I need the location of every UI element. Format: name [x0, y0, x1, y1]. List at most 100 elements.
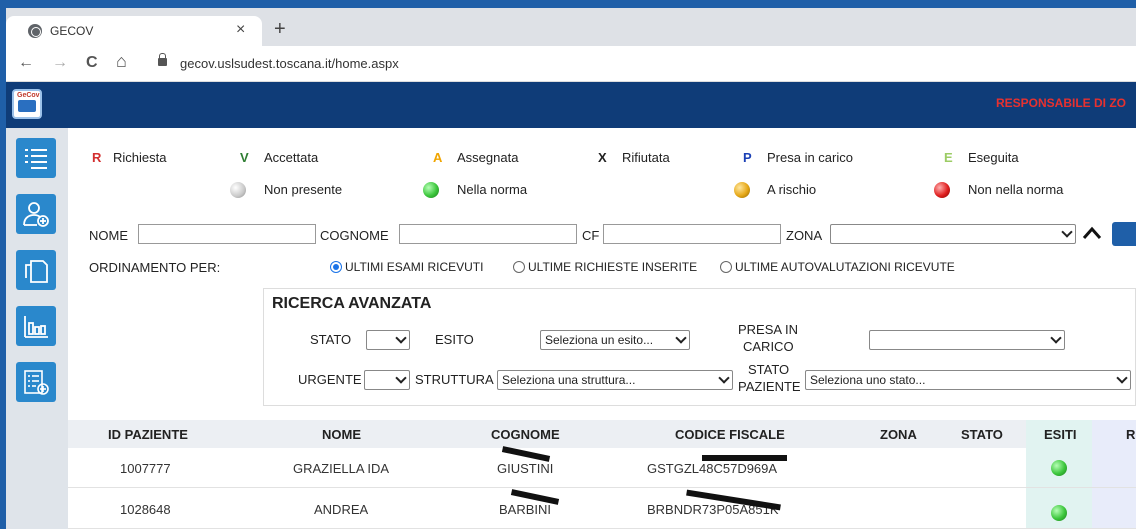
sidebar-item-checklist[interactable] — [16, 362, 56, 402]
cell-cognome: BARBINI — [499, 502, 552, 517]
chevron-down-icon — [397, 374, 405, 382]
stato-paziente-select[interactable]: Seleziona uno stato... — [805, 370, 1131, 390]
redaction-mark — [501, 446, 551, 462]
list-icon — [25, 149, 47, 169]
documents-icon — [25, 260, 48, 283]
advanced-search-panel: RICERCA AVANZATA STATO ESITO Seleziona u… — [263, 288, 1136, 406]
stato-paziente-label-line1: STATO — [748, 362, 790, 377]
yellow-dot-icon — [734, 182, 750, 198]
user-role: RESPONSABILE DI ZO — [996, 96, 1127, 110]
cf-label: CF — [582, 228, 600, 243]
cognome-input[interactable] — [399, 224, 577, 244]
new-tab-button[interactable]: + — [274, 18, 286, 41]
col-id-paziente[interactable]: ID PAZIENTE — [108, 427, 188, 442]
browser-tab-bar: GECOV × + — [6, 8, 1136, 46]
chevron-down-icon — [1118, 374, 1126, 382]
grey-dot-icon — [230, 182, 246, 198]
advanced-search-title: RICERCA AVANZATA — [272, 295, 432, 312]
cell-id: 1028648 — [120, 502, 171, 517]
esito-green-dot-icon[interactable] — [1051, 505, 1067, 521]
cell-codice-fiscale: GSTGZL48C57D969A — [647, 461, 778, 476]
esito-select-value: Seleziona un esito... — [545, 333, 654, 347]
col-r[interactable]: R — [1126, 427, 1135, 442]
esito-green-dot-icon[interactable] — [1051, 460, 1067, 476]
presa-label-line2: CARICO — [743, 339, 794, 354]
legend-label-eseguita: Eseguita — [968, 150, 1019, 165]
cell-nome: GRAZIELLA IDA — [293, 461, 390, 476]
legend-label-a-rischio: A rischio — [767, 182, 817, 197]
sidebar-item-add-user[interactable] — [16, 194, 56, 234]
legend-code-a: A — [433, 150, 443, 165]
sort-radio-esami[interactable] — [330, 261, 342, 273]
legend-code-e: E — [944, 150, 953, 165]
chevron-down-icon — [1052, 334, 1060, 342]
table-row[interactable]: 1028648 ANDREA BARBINI BRBNDR73P05A851K — [68, 489, 1136, 529]
search-button[interactable] — [1112, 222, 1136, 246]
main-content: R Richiesta V Accettata A Assegnata X Ri… — [68, 128, 1136, 529]
globe-icon — [28, 24, 42, 38]
sort-label-autovalutazioni: ULTIME AUTOVALUTAZIONI RICEVUTE — [735, 260, 955, 274]
urgente-select[interactable] — [364, 370, 410, 390]
ordinamento-label: ORDINAMENTO PER: — [89, 260, 221, 275]
table-row[interactable]: 1007777 GRAZIELLA IDA GIUSTINI GSTGZL48C… — [68, 446, 1136, 488]
col-esiti[interactable]: ESITI — [1044, 427, 1077, 442]
col-codice-fiscale[interactable]: CODICE FISCALE — [675, 427, 785, 442]
sidebar-item-documents[interactable] — [16, 250, 56, 290]
legend-label-non-presente: Non presente — [264, 182, 343, 197]
nome-input[interactable] — [138, 224, 316, 244]
legend-label-assegnata: Assegnata — [457, 150, 519, 165]
add-user-icon — [23, 202, 49, 227]
sort-label-richieste: ULTIME RICHIESTE INSERITE — [528, 260, 698, 274]
reload-button[interactable]: C — [86, 54, 98, 72]
urgente-label: URGENTE — [298, 372, 362, 387]
stato-paziente-label-line2: PAZIENTE — [738, 379, 801, 394]
red-dot-icon — [934, 182, 950, 198]
green-dot-icon — [423, 182, 439, 198]
redaction-mark — [702, 455, 787, 461]
sidebar-item-charts[interactable] — [16, 306, 56, 346]
collapse-chevron-up-icon[interactable] — [1082, 226, 1102, 240]
zona-label: ZONA — [786, 228, 823, 243]
struttura-select[interactable]: Seleziona una struttura... — [497, 370, 733, 390]
forward-button[interactable]: → — [52, 54, 68, 72]
app-header: GeCov RESPONSABILE DI ZO — [6, 82, 1136, 128]
sidebar-item-list[interactable] — [16, 138, 56, 178]
cf-input[interactable] — [603, 224, 781, 244]
legend-code-v: V — [240, 150, 249, 165]
legend-label-presa-in-carico: Presa in carico — [767, 150, 853, 165]
sidebar — [6, 128, 68, 529]
sort-radio-autovalutazioni[interactable] — [720, 261, 732, 273]
nome-label: NOME — [89, 228, 128, 243]
presa-in-carico-select[interactable] — [869, 330, 1065, 350]
chevron-down-icon — [397, 334, 405, 342]
url-text: gecov.uslsudest.toscana.it/home.aspx — [180, 56, 399, 71]
chevron-down-icon — [720, 374, 728, 382]
col-nome[interactable]: NOME — [322, 427, 361, 442]
legend-code-x: X — [598, 150, 607, 165]
legend-code-r: R — [92, 150, 102, 165]
back-button[interactable]: ← — [18, 54, 34, 72]
col-cognome[interactable]: COGNOME — [491, 427, 560, 442]
lock-icon — [158, 53, 167, 66]
legend-label-accettata: Accettata — [264, 150, 319, 165]
struttura-label: STRUTTURA — [415, 372, 494, 387]
tab-close-icon[interactable]: × — [236, 21, 245, 39]
browser-tab[interactable]: GECOV × — [6, 16, 262, 46]
url-field[interactable]: gecov.uslsudest.toscana.it/home.aspx — [152, 52, 1132, 76]
esito-select[interactable]: Seleziona un esito... — [540, 330, 690, 350]
cell-cognome: GIUSTINI — [497, 461, 554, 476]
tab-title: GECOV — [50, 24, 94, 38]
col-zona[interactable]: ZONA — [880, 427, 917, 442]
zona-select[interactable] — [830, 224, 1076, 244]
home-button[interactable]: ⌂ — [116, 51, 127, 72]
sort-label-esami: ULTIMI ESAMI RICEVUTI — [345, 260, 484, 274]
sort-radio-richieste[interactable] — [513, 261, 525, 273]
address-bar: ← → C ⌂ gecov.uslsudest.toscana.it/home.… — [6, 46, 1136, 82]
col-stato[interactable]: STATO — [961, 427, 1003, 442]
esito-label: ESITO — [435, 332, 474, 347]
stato-select[interactable] — [366, 330, 410, 350]
logo-text: GeCov — [17, 92, 40, 99]
legend-label-nella-norma: Nella norma — [457, 182, 528, 197]
bar-chart-icon — [24, 316, 48, 338]
app-logo[interactable]: GeCov — [12, 89, 42, 119]
